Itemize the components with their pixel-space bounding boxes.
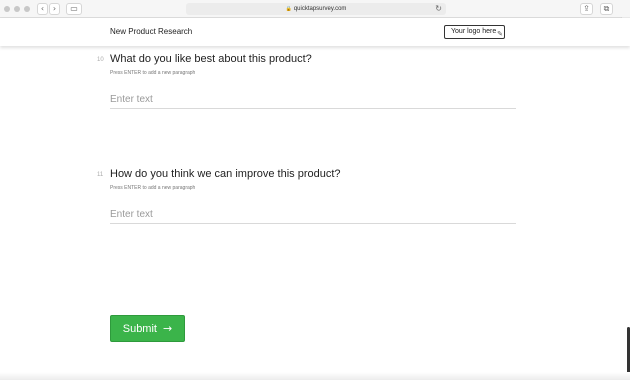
share-icon[interactable]: ⇪ [580,3,593,15]
address-bar[interactable]: 🔒 quicktapsurvey.com ↻ [186,3,446,15]
answer-input-improve[interactable] [110,206,516,224]
lock-icon: 🔒 [285,6,292,12]
submit-label: Submit [122,323,157,335]
arrow-right-icon: → [163,322,173,335]
browser-toolbar: ‹ › ▭ 🔒 quicktapsurvey.com ↻ ⇪ ⧉ [0,0,630,18]
sidebar-icon[interactable]: ▭ [66,3,82,15]
back-icon[interactable]: ‹ [37,3,48,15]
url-text: quicktapsurvey.com [293,6,347,12]
survey-title: New Product Research [110,27,193,36]
answer-input-best[interactable] [110,91,516,109]
question-text: What do you like best about this product… [110,53,312,65]
bottom-edge [0,372,630,380]
tabs-icon[interactable]: ⧉ [600,3,613,15]
logo-label: Your logo here [451,28,497,35]
submit-button[interactable]: Submit → [110,315,185,342]
question-number: 11 [97,172,104,178]
logo-placeholder[interactable]: Your logo here ✎ [444,25,505,39]
close-window-dot[interactable] [4,6,10,12]
forward-icon[interactable]: › [49,3,60,15]
edit-icon[interactable]: ✎ [497,28,503,40]
zoom-window-dot[interactable] [24,6,30,12]
question-number: 10 [97,57,104,63]
question-hint: Press ENTER to add a new paragraph [110,185,196,191]
question-text: How do you think we can improve this pro… [110,168,341,180]
question-hint: Press ENTER to add a new paragraph [110,70,196,76]
minimize-window-dot[interactable] [14,6,20,12]
survey-header: New Product Research Your logo here ✎ [0,18,630,46]
reload-icon[interactable]: ↻ [435,3,442,15]
